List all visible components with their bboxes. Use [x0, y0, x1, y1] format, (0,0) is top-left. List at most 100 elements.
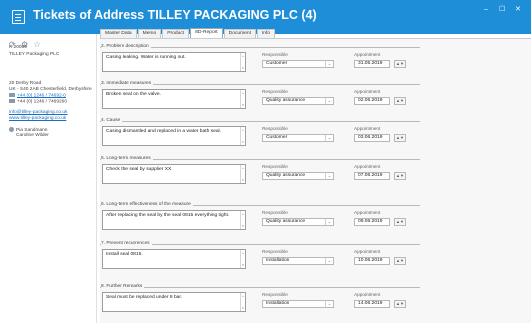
responsible-label: Responsible [262, 164, 288, 169]
chevron-down-icon: ⌄ [325, 98, 333, 104]
section-textarea[interactable]: Seal must be replaced under 8 bar. [102, 292, 246, 312]
responsible-label: Responsible [262, 52, 288, 57]
responsible-select[interactable]: Installation ⌄ [262, 300, 334, 308]
date-spinner[interactable]: ▲▼ [394, 97, 406, 105]
section-textarea[interactable]: Check the seal by supplier XX. [102, 164, 246, 184]
responsible-select[interactable]: Quality assurance ⌄ [262, 172, 334, 180]
city: UK - S40 2AB Chesterfield, Derbyshire [9, 87, 92, 92]
fax-icon [9, 99, 15, 103]
appointment-date[interactable]: 07.06.2019 [354, 172, 390, 180]
date-spinner[interactable]: ▲▼ [394, 172, 406, 180]
responsible-label: Responsible [262, 89, 288, 94]
section-textarea[interactable]: Casing dismantled and replaced in a wate… [102, 126, 246, 146]
section-text: Casing dismantled and replaced in a wate… [106, 129, 221, 134]
responsible-value: Customer [266, 135, 288, 140]
appointment-date[interactable]: 09.06.2019 [354, 218, 390, 226]
chevron-down-icon: ⌄ [325, 301, 333, 307]
appointment-date[interactable]: 10.06.2019 [354, 257, 390, 265]
appointment-label: Appointment [354, 89, 381, 94]
section-prevent-recurrences: 7. Prevent recurrences Install seal 0815… [100, 241, 420, 280]
tab-master-data[interactable]: Master Data [100, 29, 137, 38]
appointment-label: Appointment [354, 292, 381, 297]
person-icon [9, 127, 14, 132]
appointment-date[interactable]: 02.06.2019 [354, 97, 390, 105]
appointment-date[interactable]: 14.06.2019 [354, 300, 390, 308]
textarea-scrollbar[interactable] [240, 165, 245, 183]
ticket-icon [12, 10, 25, 24]
date-spinner[interactable]: ▲▼ [394, 218, 406, 226]
textarea-scrollbar[interactable] [240, 90, 245, 108]
tab-8d-report[interactable]: 8D-Report [190, 28, 223, 38]
responsible-select[interactable]: Quality assurance ⌄ [262, 218, 334, 226]
textarea-scrollbar[interactable] [240, 293, 245, 311]
date-spinner[interactable]: ▲▼ [394, 60, 406, 68]
section-text: After replacing the seal by the seal 081… [106, 213, 230, 218]
section-long-term-measures: 5. Long-term measures Check the seal by … [100, 156, 420, 195]
section-title: 2. Problem description [101, 44, 151, 49]
maximize-button[interactable]: ☐ [499, 6, 505, 13]
date-spinner[interactable]: ▲▼ [394, 134, 406, 142]
tab-memo[interactable]: Memo [137, 29, 162, 38]
email-link[interactable]: info@tilley-packaging.co.uk [9, 110, 67, 115]
appointment-label: Appointment [354, 52, 381, 57]
responsible-select[interactable]: Quality assurance ⌄ [262, 97, 334, 105]
section-textarea[interactable]: Install seal 0815. [102, 249, 246, 269]
section-title: 7. Prevent recurrences [101, 241, 152, 246]
appointment-date[interactable]: 31.05.2019 [354, 60, 390, 68]
textarea-scrollbar[interactable] [240, 211, 245, 229]
textarea-scrollbar[interactable] [240, 127, 245, 145]
section-textarea[interactable]: Broken seal on the valve. [102, 89, 246, 109]
date-spinner[interactable]: ▲▼ [394, 257, 406, 265]
tab-product[interactable]: Product [162, 29, 190, 38]
fax-number: +44 (0) 1246 / 7469260 [17, 99, 68, 105]
responsible-select[interactable]: Customer ⌄ [262, 134, 334, 142]
section-title: 8. Further Remarks [101, 284, 145, 289]
appointment-date[interactable]: 03.06.2019 [354, 134, 390, 142]
appointment-label: Appointment [354, 164, 381, 169]
tab-info[interactable]: Info [256, 29, 276, 38]
web-link[interactable]: www.tilley-packaging.co.uk [9, 116, 66, 121]
section-long-term-effectiveness: 6. Long-term effectiveness of the measur… [100, 202, 420, 241]
company-name: TILLEY Packaging PLC [9, 52, 60, 57]
responsible-label: Responsible [262, 249, 288, 254]
section-textarea[interactable]: After replacing the seal by the seal 081… [102, 210, 246, 230]
contact-row-1: Pia Sandmann [9, 127, 47, 133]
section-title: 6. Long-term effectiveness of the measur… [101, 202, 193, 207]
responsible-value: Installation [266, 258, 290, 263]
section-title: 5. Long-term measures [101, 156, 153, 161]
section-text: Seal must be replaced under 8 bar. [106, 295, 183, 300]
appointment-label: Appointment [354, 210, 381, 215]
minimize-button[interactable]: – [484, 6, 488, 13]
street: 20 Derby Road [9, 81, 42, 86]
responsible-value: Quality assurance [266, 173, 306, 178]
section-title: 4. Cause [101, 118, 123, 123]
section-textarea[interactable]: Casing leaking. Water is running out. [102, 52, 246, 72]
section-text: Check the seal by supplier XX. [106, 167, 173, 172]
section-text: Broken seal on the valve. [106, 92, 161, 97]
textarea-scrollbar[interactable] [240, 250, 245, 268]
chevron-down-icon: ⌄ [325, 135, 333, 141]
tab-document[interactable]: Document [223, 29, 256, 38]
responsible-label: Responsible [262, 210, 288, 215]
tab-bar: Master Data Memo Product 8D-Report Docum… [100, 28, 276, 38]
responsible-select[interactable]: Customer ⌄ [262, 60, 334, 68]
address-id: K 20059 [9, 45, 27, 50]
phone-link[interactable]: +44 (0) 1246 / 74692-0 [17, 93, 66, 98]
textarea-scrollbar[interactable] [240, 53, 245, 71]
star-icon[interactable]: ☆ [33, 40, 40, 49]
phone-icon [9, 93, 15, 97]
responsible-label: Responsible [262, 126, 288, 131]
responsible-label: Responsible [262, 292, 288, 297]
appointment-label: Appointment [354, 126, 381, 131]
section-further-remarks: 8. Further Remarks Seal must be replaced… [100, 284, 420, 323]
close-button[interactable]: ✕ [515, 6, 521, 13]
appointment-label: Appointment [354, 249, 381, 254]
chevron-down-icon: ⌄ [325, 258, 333, 264]
date-spinner[interactable]: ▲▼ [394, 300, 406, 308]
section-problem-description: 2. Problem description Casing leaking. W… [100, 44, 420, 83]
section-immediate-measures: 3. Immediate measures Broken seal on the… [100, 81, 420, 120]
chevron-down-icon: ⌄ [325, 219, 333, 225]
chevron-down-icon: ⌄ [325, 61, 333, 67]
responsible-select[interactable]: Installation ⌄ [262, 257, 334, 265]
report-content: 2. Problem description Casing leaking. W… [100, 38, 531, 323]
